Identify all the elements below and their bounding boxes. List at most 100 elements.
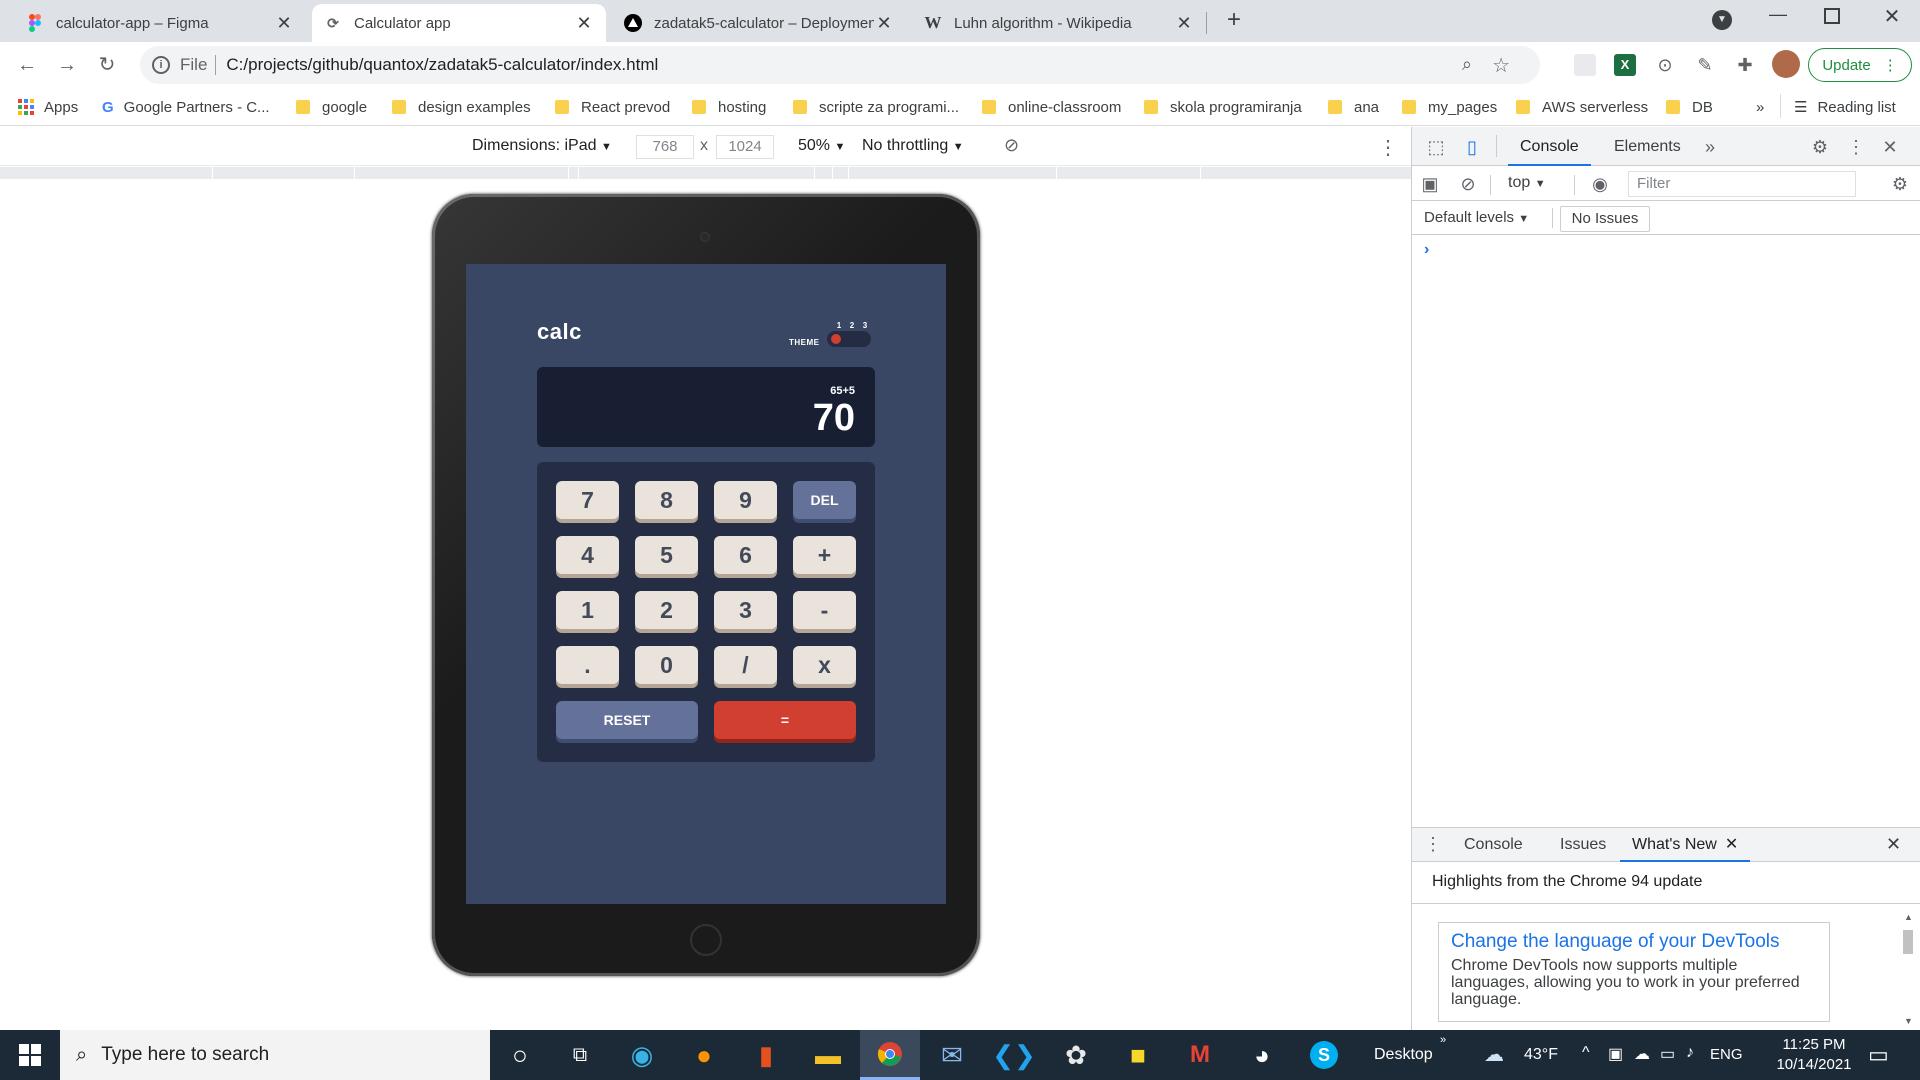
bookmark-apps[interactable]: Apps bbox=[18, 96, 78, 118]
clock-time[interactable]: 11:25 PM bbox=[1774, 1036, 1854, 1053]
scroll-down-icon[interactable]: ▼ bbox=[1904, 1016, 1913, 1026]
bookmarks-overflow[interactable]: » bbox=[1756, 96, 1764, 118]
mail-icon[interactable]: ✉ bbox=[922, 1030, 982, 1080]
key-0[interactable]: 0 bbox=[635, 646, 698, 684]
file-explorer-icon[interactable]: ▬ bbox=[798, 1030, 858, 1080]
zoom-icon[interactable]: ⌕ bbox=[1462, 54, 1472, 75]
more-tabs-icon[interactable]: » bbox=[1698, 135, 1722, 159]
new-tab-icon[interactable]: + bbox=[1220, 6, 1248, 34]
key-5[interactable]: 5 bbox=[635, 536, 698, 574]
device-select[interactable]: Dimensions: iPad ▼ bbox=[472, 137, 612, 155]
vscode-icon[interactable]: ❮❯ bbox=[984, 1030, 1044, 1080]
console-prompt[interactable]: › bbox=[1424, 241, 1429, 259]
extension-icon[interactable] bbox=[1574, 54, 1596, 76]
more-vert-icon[interactable]: ⋮ bbox=[1378, 135, 1398, 160]
console-settings-icon[interactable]: ⚙ bbox=[1888, 172, 1912, 196]
key-6[interactable]: 6 bbox=[714, 536, 777, 574]
zoom-select[interactable]: 50% ▼ bbox=[798, 137, 845, 155]
sticky-notes-icon[interactable]: ■ bbox=[1108, 1030, 1168, 1080]
chevron-icon[interactable]: » bbox=[1440, 1034, 1446, 1046]
scroll-up-icon[interactable]: ▲ bbox=[1904, 912, 1913, 922]
extension-icon[interactable]: ⊙ bbox=[1654, 54, 1676, 76]
chrome-icon[interactable] bbox=[860, 1030, 920, 1080]
theme-toggle[interactable] bbox=[827, 331, 871, 347]
tab-elements[interactable]: Elements bbox=[1602, 127, 1693, 166]
weather-temp[interactable]: 43°F bbox=[1524, 1046, 1558, 1064]
close-drawer-icon[interactable]: ✕ bbox=[1886, 834, 1901, 855]
throttling-select[interactable]: No throttling ▼ bbox=[862, 137, 964, 155]
sidebar-toggle-icon[interactable]: ▣ bbox=[1418, 172, 1442, 196]
office-icon[interactable]: ▮ bbox=[736, 1030, 796, 1080]
bookmark-google-partners[interactable]: G Google Partners - C... bbox=[102, 96, 270, 118]
close-window-icon[interactable]: ✕ bbox=[1880, 4, 1904, 28]
weather-cloud-icon[interactable]: ☁ bbox=[1484, 1042, 1504, 1067]
key-1[interactable]: 1 bbox=[556, 591, 619, 629]
reset-button[interactable]: RESET bbox=[556, 701, 698, 739]
bookmark-folder[interactable]: google bbox=[296, 96, 367, 118]
context-select[interactable]: top ▼ bbox=[1508, 174, 1546, 192]
tab-console[interactable]: Console bbox=[1508, 127, 1591, 166]
height-input[interactable]: 1024 bbox=[716, 135, 774, 159]
clock-date[interactable]: 10/14/2021 bbox=[1774, 1056, 1854, 1073]
key-plus[interactable]: + bbox=[793, 536, 856, 574]
key-minus[interactable]: - bbox=[793, 591, 856, 629]
eyedropper-icon[interactable]: ✎ bbox=[1694, 54, 1716, 76]
close-tab-icon[interactable]: ✕ bbox=[1174, 13, 1194, 34]
browser-tab-active[interactable]: ⟳ Calculator app ✕ bbox=[312, 4, 606, 42]
levels-select[interactable]: Default levels ▼ bbox=[1424, 209, 1529, 226]
key-divide[interactable]: / bbox=[714, 646, 777, 684]
bookmark-folder[interactable]: design examples bbox=[392, 96, 531, 118]
key-3[interactable]: 3 bbox=[714, 591, 777, 629]
card-title[interactable]: Change the language of your DevTools bbox=[1451, 931, 1817, 953]
whats-new-card[interactable]: Change the language of your DevTools Chr… bbox=[1438, 922, 1830, 1022]
skype-icon[interactable]: S bbox=[1294, 1030, 1354, 1080]
bookmark-folder[interactable]: my_pages bbox=[1402, 96, 1497, 118]
url-text[interactable]: C:/projects/github/quantox/zadatak5-calc… bbox=[226, 55, 658, 75]
bookmark-folder[interactable]: online-classroom bbox=[982, 96, 1121, 118]
drawer-tab-issues[interactable]: Issues bbox=[1548, 828, 1618, 862]
rotate-icon[interactable]: ⊘ bbox=[1004, 135, 1026, 157]
bookmark-folder[interactable]: skola programiranja bbox=[1144, 96, 1302, 118]
bookmark-folder[interactable]: DB bbox=[1666, 96, 1713, 118]
show-hidden-icons-icon[interactable]: ^ bbox=[1582, 1044, 1590, 1062]
address-bar[interactable]: i File C:/projects/github/quantox/zadata… bbox=[140, 46, 1540, 84]
browser-tab[interactable]: W Luhn algorithm - Wikipedia ✕ bbox=[912, 4, 1206, 42]
key-9[interactable]: 9 bbox=[714, 481, 777, 519]
bookmark-star-icon[interactable]: ☆ bbox=[1492, 53, 1510, 78]
forward-icon[interactable]: → bbox=[52, 50, 82, 80]
bookmark-folder[interactable]: ana bbox=[1328, 96, 1379, 118]
meet-now-icon[interactable]: ▣ bbox=[1608, 1044, 1623, 1064]
maximize-icon[interactable] bbox=[1824, 8, 1840, 24]
device-toolbar-icon[interactable]: ▯ bbox=[1460, 135, 1484, 159]
close-tab-icon[interactable]: ✕ bbox=[1725, 828, 1738, 860]
filter-input[interactable]: Filter bbox=[1628, 171, 1856, 197]
settings-gear-icon[interactable]: ⚙ bbox=[1808, 135, 1832, 159]
drawer-tab-console[interactable]: Console bbox=[1452, 828, 1535, 862]
excel-extension-icon[interactable]: X bbox=[1614, 54, 1636, 76]
volume-icon[interactable]: ♪ bbox=[1686, 1044, 1694, 1062]
update-button[interactable]: Update ⋮ bbox=[1808, 48, 1912, 82]
cortana-icon[interactable]: ○ bbox=[490, 1030, 550, 1080]
drawer-tab-whats-new[interactable]: What's New ✕ bbox=[1620, 828, 1751, 862]
drawer-menu-icon[interactable]: ⋮ bbox=[1424, 834, 1442, 855]
back-icon[interactable]: ← bbox=[12, 50, 42, 80]
bookmark-folder[interactable]: AWS serverless bbox=[1516, 96, 1648, 118]
task-view-icon[interactable]: ⧉ bbox=[550, 1030, 610, 1080]
gmail-icon[interactable]: M bbox=[1170, 1030, 1230, 1080]
reload-icon[interactable]: ↻ bbox=[92, 50, 122, 80]
onedrive-icon[interactable]: ☁ bbox=[1634, 1044, 1650, 1064]
minimize-icon[interactable]: — bbox=[1766, 4, 1790, 28]
more-vert-icon[interactable]: ⋮ bbox=[1844, 135, 1868, 159]
key-2[interactable]: 2 bbox=[635, 591, 698, 629]
close-tab-icon[interactable]: ✕ bbox=[274, 13, 294, 34]
browser-tab[interactable]: zadatak5-calculator – Deploymen ✕ bbox=[612, 4, 906, 42]
github-icon[interactable]: ◕ bbox=[1232, 1030, 1292, 1080]
info-icon[interactable]: i bbox=[152, 56, 170, 74]
key-multiply[interactable]: x bbox=[793, 646, 856, 684]
edge-icon[interactable]: ◉ bbox=[612, 1030, 672, 1080]
key-8[interactable]: 8 bbox=[635, 481, 698, 519]
bookmark-folder[interactable]: scripte za programi... bbox=[793, 96, 959, 118]
extensions-puzzle-icon[interactable]: ✚ bbox=[1734, 54, 1756, 76]
scroll-thumb[interactable] bbox=[1903, 930, 1913, 954]
close-tab-icon[interactable]: ✕ bbox=[574, 13, 594, 34]
